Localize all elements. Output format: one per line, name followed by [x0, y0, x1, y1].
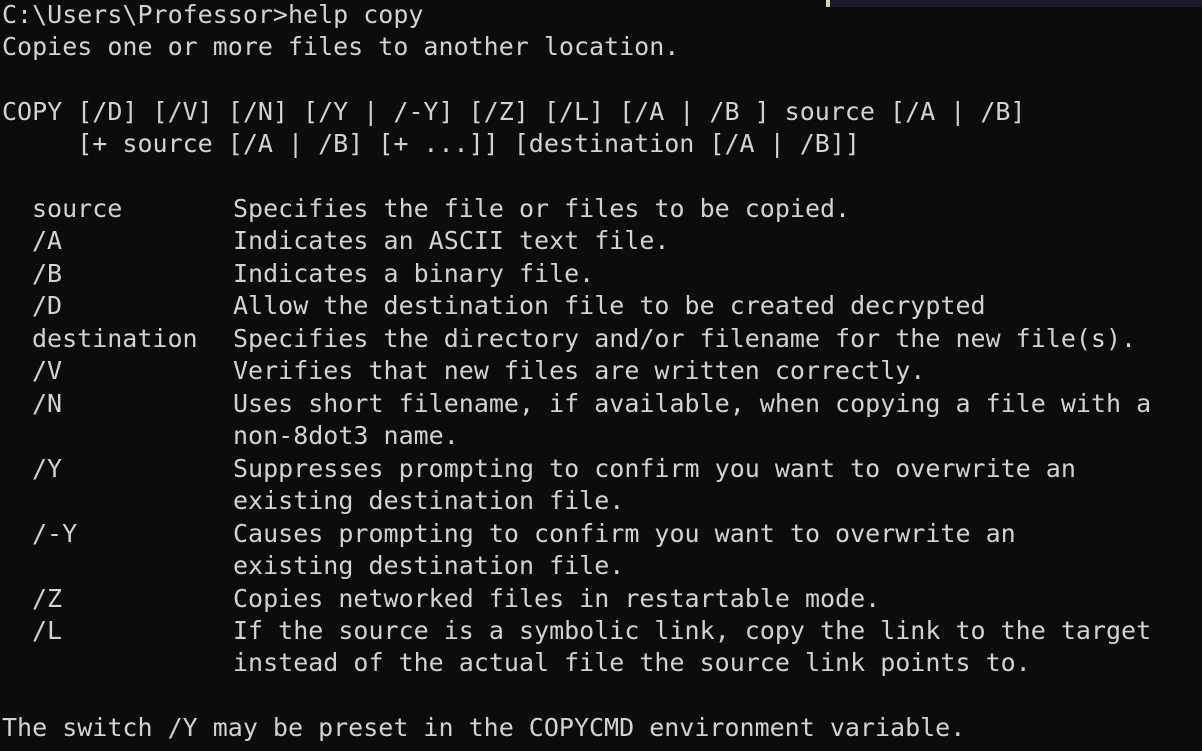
- option-switch: /Y: [32, 454, 63, 483]
- option-description: Indicates a binary file.: [233, 259, 595, 288]
- option-switch: /L: [32, 616, 63, 645]
- option-description: Specifies the file or files to be copied…: [233, 194, 851, 223]
- option-switch: /Z: [32, 584, 63, 613]
- option-description-continued: existing destination file.: [233, 551, 625, 580]
- option-description: Indicates an ASCII text file.: [233, 226, 670, 255]
- console-window[interactable]: C:\Users\Professor>help copy Copies one …: [0, 0, 1202, 751]
- option-description-continued: non-8dot3 name.: [233, 421, 459, 450]
- option-switch: /V: [32, 356, 63, 385]
- option-description: Verifies that new files are written corr…: [233, 356, 926, 385]
- video-overlay-corner: [826, 0, 1202, 7]
- option-switch: /A: [32, 226, 63, 255]
- option-description: Copies networked files in restartable mo…: [233, 584, 881, 613]
- option-description: Causes prompting to confirm you want to …: [233, 519, 1016, 548]
- option-description: Specifies the directory and/or filename …: [233, 324, 1137, 353]
- option-description: Allow the destination file to be created…: [233, 291, 986, 320]
- option-description: If the source is a symbolic link, copy t…: [233, 616, 1152, 645]
- option-description-continued: existing destination file.: [233, 486, 625, 515]
- option-switch: destination: [32, 324, 198, 353]
- footer-note: The switch /Y may be preset in the COPYC…: [2, 713, 966, 742]
- syntax-line: COPY [/D] [/V] [/N] [/Y | /-Y] [/Z] [/L]…: [2, 97, 1026, 126]
- syntax-line: [+ source [/A | /B] [+ ...]] [destinatio…: [2, 129, 860, 158]
- option-switch: /N: [32, 389, 63, 418]
- option-switch: /-Y: [32, 519, 78, 548]
- option-description: Suppresses prompting to confirm you want…: [233, 454, 1076, 483]
- command-summary: Copies one or more files to another loca…: [2, 32, 680, 61]
- prompt-line: C:\Users\Professor>help copy: [2, 0, 424, 29]
- option-description-continued: instead of the actual file the source li…: [233, 648, 1031, 677]
- option-switch: source: [32, 194, 123, 223]
- option-switch: /D: [32, 291, 63, 320]
- option-switch: /B: [32, 259, 63, 288]
- option-description: Uses short filename, if available, when …: [233, 389, 1152, 418]
